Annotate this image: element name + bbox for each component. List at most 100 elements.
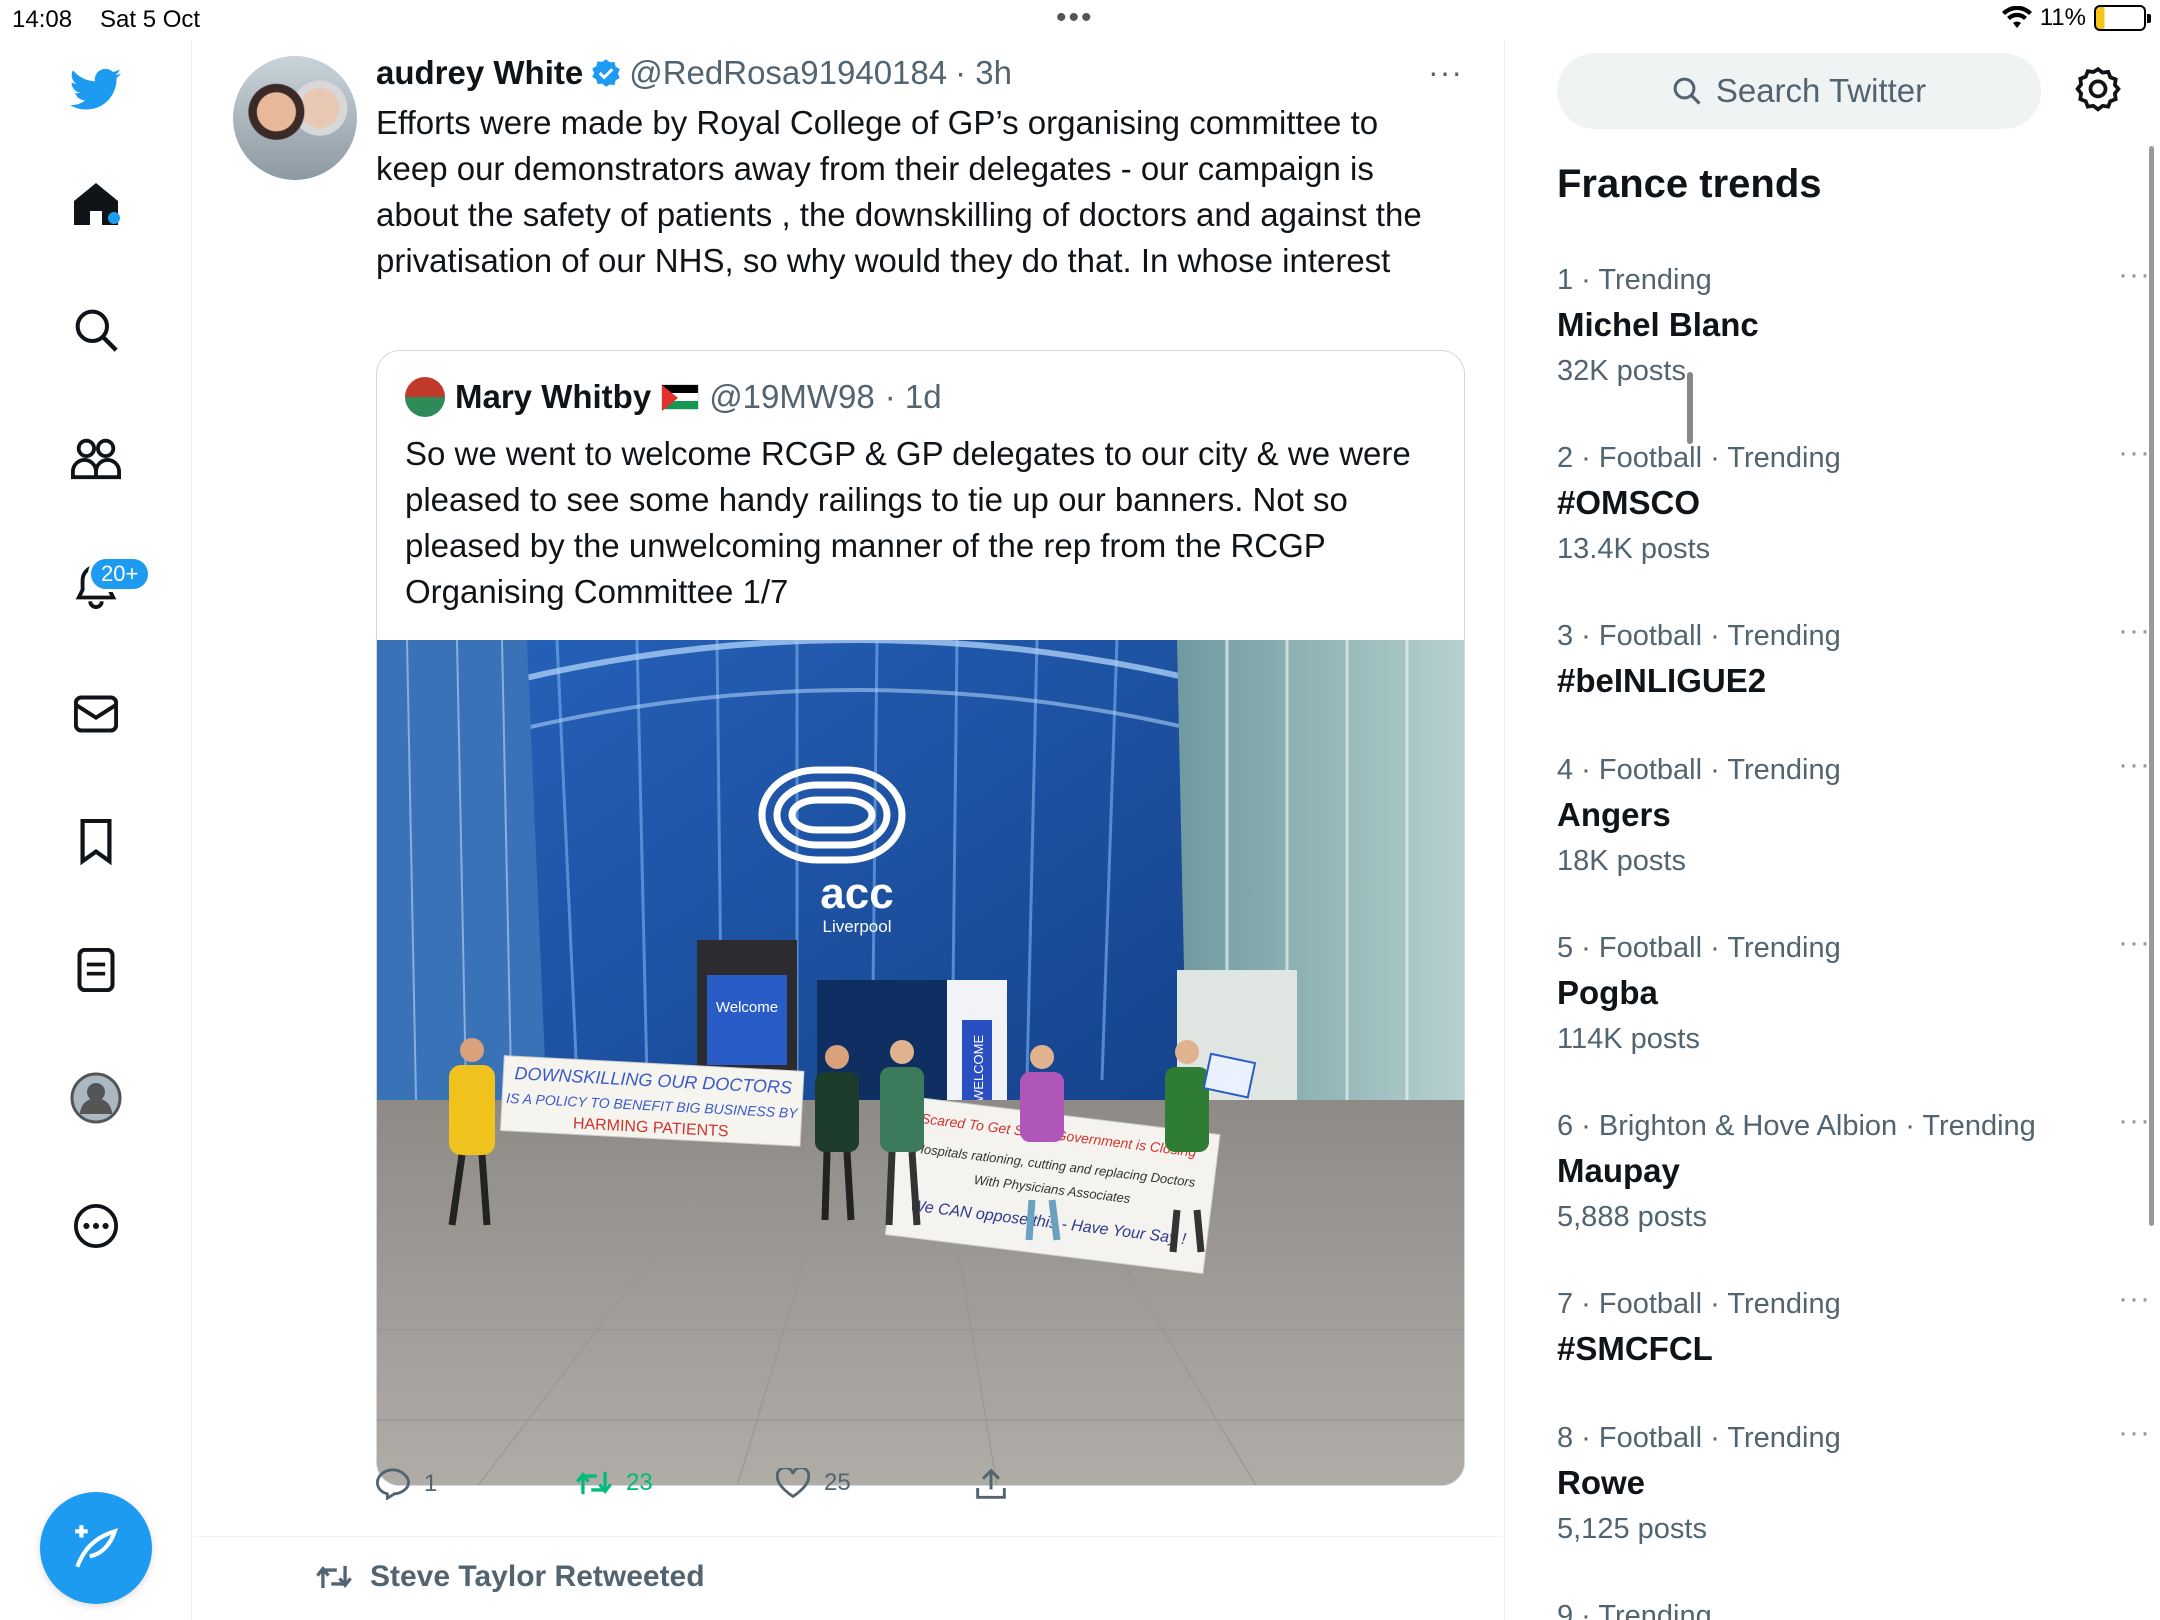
tweet-photo[interactable]: acc Liverpool Welcome WELCOME DOWNSKILLI… [377, 640, 1464, 1485]
quoted-tweet[interactable]: Mary Whitby @19MW98 · 1d So we went to w… [376, 350, 1465, 1486]
quoted-avatar [405, 377, 445, 417]
bookmarks-icon[interactable] [64, 810, 128, 874]
home-icon[interactable] [64, 172, 128, 236]
search-placeholder: Search Twitter [1715, 72, 1927, 109]
share-icon [976, 1468, 1006, 1499]
like-count: 25 [824, 1469, 851, 1496]
compose-tweet-button[interactable] [40, 1492, 152, 1604]
author-handle[interactable]: @RedRosa91940184 [629, 54, 947, 92]
reply-button[interactable]: 1 [376, 1468, 437, 1500]
status-time: 14:08 [12, 6, 73, 33]
home-unread-dot [108, 212, 120, 224]
author-name[interactable]: audrey White [376, 54, 583, 92]
trend-name: #beINLIGUE2 [1557, 662, 1767, 699]
trend-more-button[interactable]: ··· [2118, 614, 2151, 648]
trend-item[interactable]: 5 · Football · Trending Pogba 114K posts… [1557, 926, 2150, 1096]
acc-logo-subtext: Liverpool [823, 917, 892, 936]
trend-name: Rowe [1557, 1464, 1646, 1501]
verified-badge-icon [592, 59, 620, 87]
trend-item[interactable]: 1 · Trending Michel Blanc 32K posts ··· [1557, 258, 2150, 428]
trend-item[interactable]: 9 · Trending ··· [1557, 1594, 2117, 1620]
tweet-text: Efforts were made by Royal College of GP… [376, 104, 1422, 279]
retweet-button[interactable]: 23 [576, 1468, 653, 1498]
trend-name: #OMSCO [1557, 484, 1701, 521]
welcome-vertical-text: WELCOME [971, 1035, 986, 1103]
search-icon[interactable] [64, 298, 128, 362]
battery-icon [2094, 5, 2151, 31]
tweet-header: audrey White @RedRosa91940184 · 3h [376, 54, 1012, 92]
trend-more-button[interactable]: ··· [2118, 1282, 2151, 1316]
compose-feather-icon [75, 1525, 118, 1568]
timeline: audrey White @RedRosa91940184 · 3h ··· E… [193, 40, 1693, 1620]
twitter-logo-icon[interactable] [64, 58, 128, 122]
quoted-tweet-header: Mary Whitby @19MW98 · 1d [405, 377, 942, 417]
more-icon[interactable] [64, 1194, 128, 1258]
trend-name: Pogba [1557, 974, 1658, 1011]
trends-title: France trends [1557, 162, 1822, 206]
trend-meta: 2 · Football · Trending [1557, 442, 1841, 474]
trend-meta: 8 · Football · Trending [1557, 1422, 1841, 1454]
trend-more-button[interactable]: ··· [2118, 1416, 2151, 1450]
trend-more-button[interactable]: ··· [2118, 436, 2151, 470]
quoted-author-name: Mary Whitby [455, 378, 652, 415]
retweet-icon [576, 1471, 612, 1495]
quoted-author-handle: @19MW98 [709, 378, 875, 415]
search-box[interactable]: Search Twitter [1557, 53, 2041, 129]
multitasking-dots-icon[interactable]: ••• [1056, 3, 1094, 33]
profile-icon[interactable] [64, 1066, 128, 1130]
trend-more-button[interactable]: ··· [2118, 1104, 2151, 1138]
retweet-count: 23 [626, 1469, 653, 1496]
trend-posts: 18K posts [1557, 845, 1686, 877]
status-bar: 14:08 Sat 5 Oct ••• 11% [0, 0, 2160, 40]
tweet-divider [193, 1536, 1503, 1537]
avatar[interactable] [233, 56, 357, 180]
like-button[interactable]: 25 [776, 1468, 851, 1498]
battery-percent: 11% [2039, 4, 2086, 31]
tweet-time[interactable]: · 3h [955, 54, 1012, 92]
trend-posts: 32K posts [1557, 355, 1686, 387]
reply-count: 1 [424, 1470, 438, 1497]
trend-more-button[interactable]: ··· [2118, 926, 2151, 960]
messages-icon[interactable] [64, 682, 128, 746]
status-indicators: 11% [2001, 4, 2151, 32]
retweet-small-icon [316, 1565, 352, 1589]
sidebar-scrollbar[interactable] [2149, 146, 2154, 1226]
trend-meta: 9 · Trending [1557, 1600, 1712, 1620]
share-button[interactable] [976, 1468, 1006, 1500]
trend-name: Maupay [1557, 1152, 1680, 1189]
acc-logo-text: acc [820, 869, 893, 918]
right-sidebar: Search Twitter France trends 1 · Trendin… [1504, 40, 2160, 1620]
lists-icon[interactable] [64, 938, 128, 1002]
trend-item[interactable]: 4 · Football · Trending Angers 18K posts… [1557, 748, 2150, 918]
wifi-icon [2001, 6, 2032, 28]
trend-meta: 1 · Trending [1557, 264, 1712, 296]
trend-posts: 13.4K posts [1557, 533, 1711, 565]
trend-more-button[interactable]: ··· [2118, 748, 2151, 782]
photo-scene: acc Liverpool Welcome WELCOME DOWNSKILLI… [377, 640, 1464, 1485]
trend-name: Michel Blanc [1557, 306, 1759, 343]
trend-meta: 3 · Football · Trending [1557, 620, 1841, 652]
heart-icon [776, 1468, 810, 1498]
trend-posts: 5,888 posts [1557, 1201, 1707, 1233]
quoted-tweet-time: · 1d [884, 378, 942, 415]
trend-posts: 114K posts [1557, 1023, 1700, 1055]
trend-meta: 6 · Brighton & Hove Albion · Trending [1557, 1110, 2036, 1142]
tweet-more-button[interactable]: ··· [1428, 54, 1463, 91]
notifications-badge: 20+ [88, 556, 152, 592]
trend-item[interactable]: 6 · Brighton & Hove Albion · Trending Ma… [1557, 1104, 2150, 1274]
trend-meta: 7 · Football · Trending [1557, 1288, 1841, 1320]
trend-meta: 4 · Football · Trending [1557, 754, 1841, 786]
quoted-tweet-text: So we went to welcome RCGP & GP delegate… [405, 435, 1411, 610]
search-icon [1673, 77, 1701, 105]
trend-item[interactable]: 8 · Football · Trending Rowe 5,125 posts… [1557, 1416, 2150, 1586]
trend-more-button[interactable]: ··· [2118, 258, 2151, 292]
communities-icon[interactable] [64, 426, 128, 490]
status-date: Sat 5 Oct [100, 6, 201, 33]
trend-meta: 5 · Football · Trending [1557, 932, 1841, 964]
trend-posts: 5,125 posts [1557, 1513, 1707, 1545]
tweet-actions: 1 23 25 [376, 1468, 1076, 1518]
retweeted-by-label[interactable]: Steve Taylor Retweeted [316, 1560, 705, 1594]
trend-item[interactable]: 2 · Football · Trending #OMSCO 13.4K pos… [1557, 436, 2150, 606]
settings-gear-icon[interactable] [2073, 66, 2123, 116]
reply-icon [376, 1468, 410, 1500]
